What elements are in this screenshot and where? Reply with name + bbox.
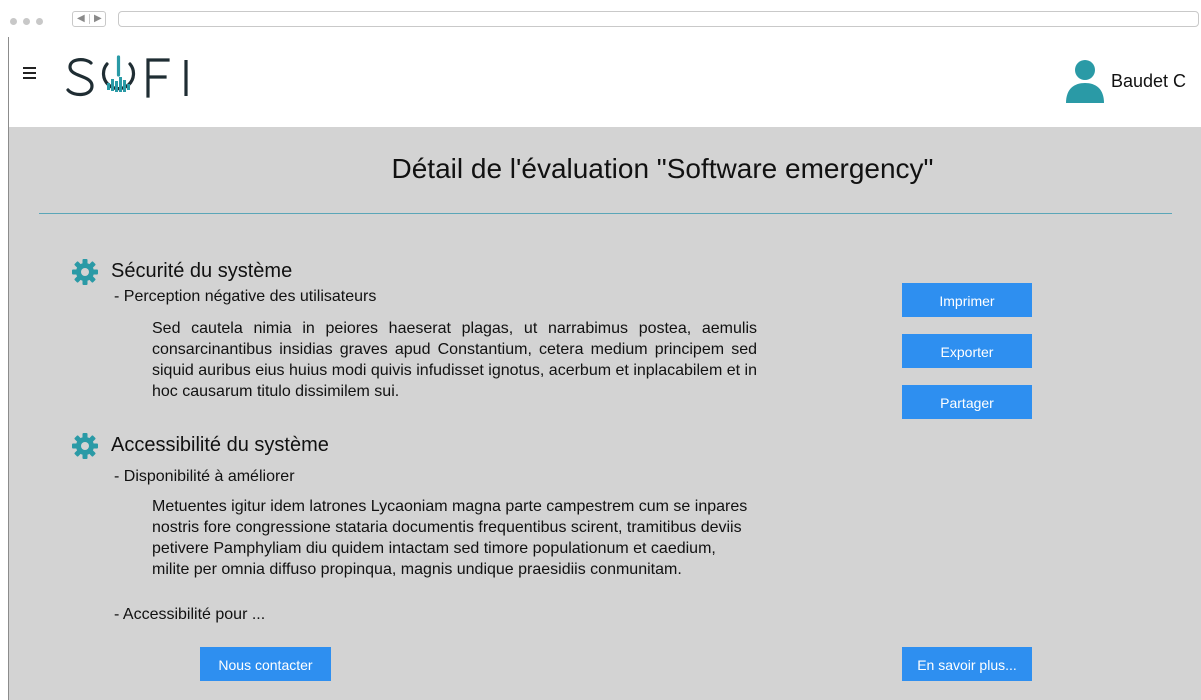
browser-toolbar: ◀ ▶: [8, 8, 1201, 38]
minimize-window-dot[interactable]: [23, 18, 30, 25]
logo-graphic: [66, 55, 188, 98]
export-button[interactable]: Exporter: [902, 334, 1032, 368]
section-title: Accessibilité du système: [111, 434, 329, 456]
issue-description: Sed cautela nimia in peiores haeserat pl…: [152, 320, 757, 400]
learn-more-button[interactable]: En savoir plus...: [902, 647, 1032, 681]
app-header: Baudet C: [9, 37, 1201, 127]
nav-separator: [89, 14, 90, 24]
user-name: Baudet C: [1111, 71, 1187, 91]
evaluation-detail-panel: Détail de l'évaluation "Software emergen…: [9, 127, 1201, 700]
share-button[interactable]: Partager: [902, 385, 1032, 419]
maximize-window-dot[interactable]: [36, 18, 43, 25]
issue-label: - Accessibilité pour ...: [114, 606, 266, 623]
close-window-dot[interactable]: [10, 18, 17, 25]
gear-icon: [72, 259, 98, 285]
user-avatar-icon: [1066, 60, 1104, 103]
title-divider: [39, 213, 1172, 214]
sofi-logo[interactable]: [64, 53, 204, 105]
contact-button[interactable]: Nous contacter: [200, 647, 331, 681]
issue-label: - Disponibilité à améliorer: [114, 468, 295, 485]
print-button[interactable]: Imprimer: [902, 283, 1032, 317]
issue-description: Metuentes igitur idem latrones Lycaoniam…: [152, 498, 748, 578]
user-menu[interactable]: Baudet C: [1065, 57, 1189, 103]
browser-nav-buttons: ◀ ▶: [72, 11, 106, 27]
window-controls: [8, 15, 68, 29]
address-bar[interactable]: [118, 11, 1199, 27]
page-title: Détail de l'évaluation "Software emergen…: [391, 153, 934, 184]
forward-arrow-icon[interactable]: ▶: [94, 12, 102, 26]
gear-icon: [72, 433, 98, 459]
hamburger-icon[interactable]: [23, 67, 37, 79]
section-title: Sécurité du système: [111, 260, 293, 282]
issue-label: - Perception négative des utilisateurs: [114, 288, 377, 305]
back-arrow-icon[interactable]: ◀: [77, 12, 85, 26]
